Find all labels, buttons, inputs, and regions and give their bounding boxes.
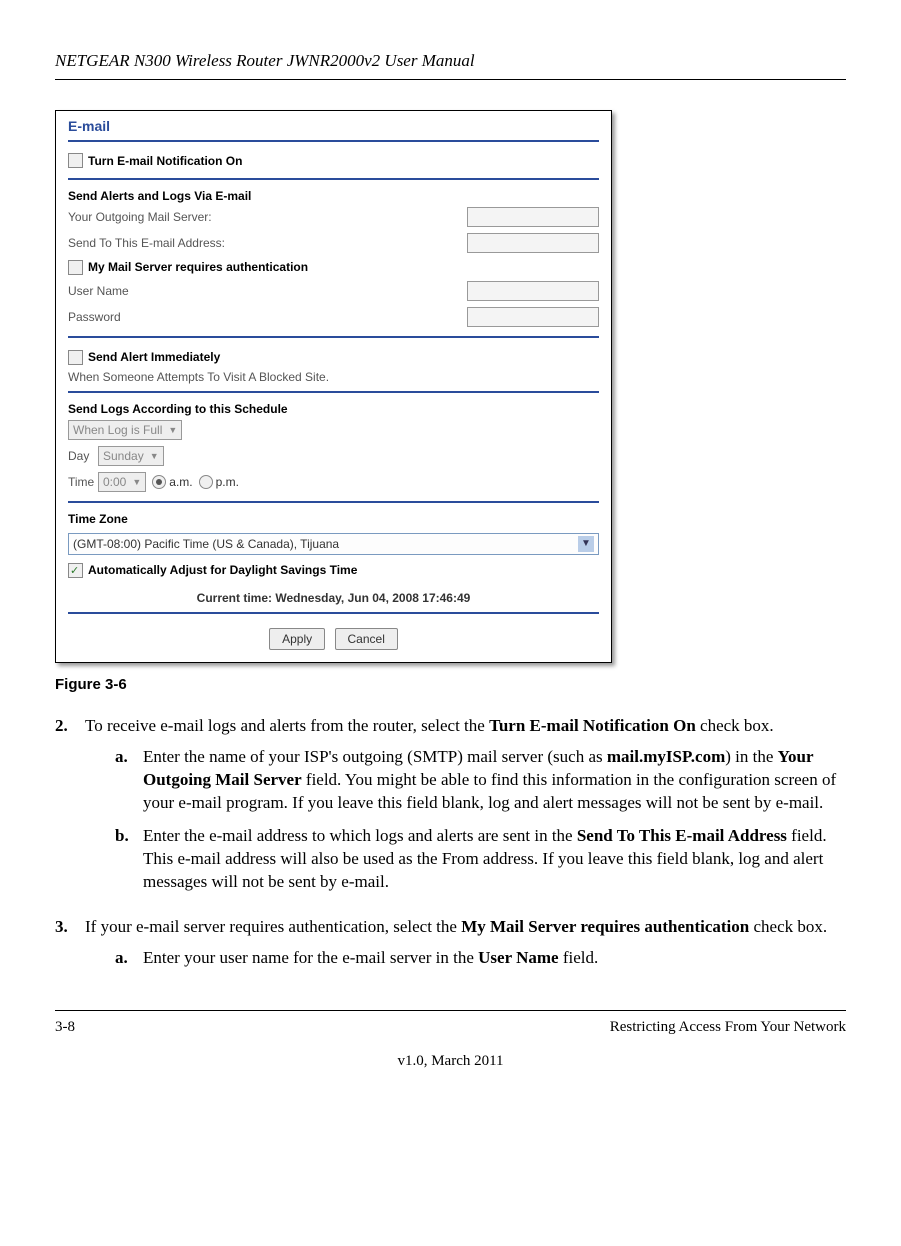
time-value: 0:00 <box>103 474 126 490</box>
cancel-button[interactable]: Cancel <box>335 628 398 650</box>
sub-list: a. Enter your user name for the e-mail s… <box>85 947 827 970</box>
step-2b: b. Enter the e-mail address to which log… <box>115 825 846 894</box>
pm-label: p.m. <box>216 474 239 490</box>
am-label: a.m. <box>169 474 192 490</box>
tz-select[interactable]: (GMT-08:00) Pacific Time (US & Canada), … <box>68 533 599 555</box>
step-text: Enter the e-mail address to which logs a… <box>143 826 577 845</box>
apply-button[interactable]: Apply <box>269 628 325 650</box>
alert-immediate-label: Send Alert Immediately <box>88 349 599 365</box>
chevron-down-icon: ▼ <box>578 536 594 552</box>
step-text: check box. <box>749 917 827 936</box>
chevron-down-icon: ▼ <box>150 450 159 462</box>
step-number: 2. <box>55 715 85 904</box>
tz-section-title: Time Zone <box>68 511 599 527</box>
step-bold: Turn E-mail Notification On <box>489 716 696 735</box>
step-text: field. <box>559 948 599 967</box>
username-input[interactable] <box>467 281 599 301</box>
divider <box>68 391 599 393</box>
outgoing-server-input[interactable] <box>467 207 599 227</box>
step-text: If your e-mail server requires authentic… <box>85 917 461 936</box>
schedule-select[interactable]: When Log is Full ▼ <box>68 420 182 440</box>
schedule-section-title: Send Logs According to this Schedule <box>68 401 599 417</box>
send-section-title: Send Alerts and Logs Via E-mail <box>68 188 599 204</box>
sendto-input[interactable] <box>467 233 599 253</box>
panel-title: E-mail <box>56 111 611 138</box>
chevron-down-icon: ▼ <box>132 476 141 488</box>
day-label: Day <box>68 448 98 464</box>
step-text: check box. <box>696 716 774 735</box>
step-2a: a. Enter the name of your ISP's outgoing… <box>115 746 846 815</box>
section-name: Restricting Access From Your Network <box>610 1017 846 1037</box>
schedule-value: When Log is Full <box>73 422 162 438</box>
time-label: Time <box>68 474 98 490</box>
tz-value: (GMT-08:00) Pacific Time (US & Canada), … <box>73 536 578 552</box>
sub-number: b. <box>115 825 143 894</box>
sub-number: a. <box>115 746 143 815</box>
day-value: Sunday <box>103 448 144 464</box>
step-bold: Send To This E-mail Address <box>577 826 787 845</box>
pm-radio[interactable] <box>199 475 213 489</box>
instruction-list: 2. To receive e-mail logs and alerts fro… <box>55 715 846 979</box>
outgoing-server-label: Your Outgoing Mail Server: <box>68 209 467 225</box>
current-time: Current time: Wednesday, Jun 04, 2008 17… <box>56 586 611 610</box>
step-number: 3. <box>55 916 85 980</box>
step-text: ) in the <box>725 747 777 766</box>
sub-number: a. <box>115 947 143 970</box>
sub-list: a. Enter the name of your ISP's outgoing… <box>85 746 846 894</box>
step-text: Enter the name of your ISP's outgoing (S… <box>143 747 607 766</box>
notification-label: Turn E-mail Notification On <box>88 153 599 169</box>
figure-container: E-mail Turn E-mail Notification On Send … <box>55 110 846 663</box>
time-select[interactable]: 0:00 ▼ <box>98 472 146 492</box>
divider <box>68 612 599 614</box>
password-input[interactable] <box>467 307 599 327</box>
chevron-down-icon: ▼ <box>168 424 177 436</box>
dst-label: Automatically Adjust for Daylight Saving… <box>88 562 599 578</box>
divider <box>68 501 599 503</box>
day-select[interactable]: Sunday ▼ <box>98 446 164 466</box>
page-number: 3-8 <box>55 1017 75 1037</box>
step-text: Enter your user name for the e-mail serv… <box>143 948 478 967</box>
step-3: 3. If your e-mail server requires authen… <box>55 916 846 980</box>
step-bold: My Mail Server requires authentication <box>461 917 749 936</box>
notification-checkbox[interactable] <box>68 153 83 168</box>
step-bold: mail.myISP.com <box>607 747 725 766</box>
sendto-label: Send To This E-mail Address: <box>68 235 467 251</box>
dst-checkbox[interactable] <box>68 563 83 578</box>
divider <box>68 178 599 180</box>
step-bold: User Name <box>478 948 558 967</box>
step-2: 2. To receive e-mail logs and alerts fro… <box>55 715 846 904</box>
email-settings-screenshot: E-mail Turn E-mail Notification On Send … <box>55 110 612 663</box>
divider <box>68 336 599 338</box>
auth-label: My Mail Server requires authentication <box>88 259 599 275</box>
step-3a: a. Enter your user name for the e-mail s… <box>115 947 827 970</box>
button-row: Apply Cancel <box>56 620 611 662</box>
page-footer: 3-8 Restricting Access From Your Network <box>55 1010 846 1037</box>
username-label: User Name <box>68 283 467 299</box>
page-header: NETGEAR N300 Wireless Router JWNR2000v2 … <box>55 50 846 80</box>
divider <box>68 140 599 142</box>
alert-desc: When Someone Attempts To Visit A Blocked… <box>68 369 599 385</box>
figure-caption: Figure 3-6 <box>55 675 846 695</box>
auth-checkbox[interactable] <box>68 260 83 275</box>
step-text: To receive e-mail logs and alerts from t… <box>85 716 489 735</box>
version-line: v1.0, March 2011 <box>55 1051 846 1071</box>
alert-immediate-checkbox[interactable] <box>68 350 83 365</box>
am-radio[interactable] <box>152 475 166 489</box>
manual-title: NETGEAR N300 Wireless Router JWNR2000v2 … <box>55 51 475 70</box>
password-label: Password <box>68 309 467 325</box>
